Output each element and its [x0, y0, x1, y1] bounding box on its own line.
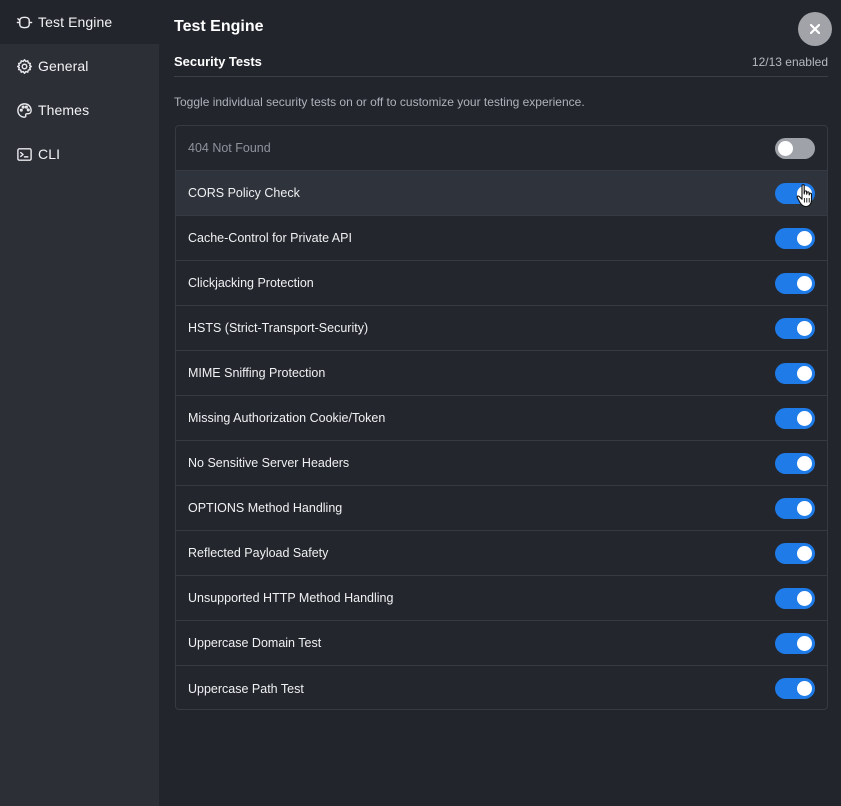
test-toggle[interactable]: [775, 138, 815, 159]
sidebar-item-general[interactable]: General: [0, 44, 159, 88]
toggle-knob: [797, 231, 812, 246]
toggle-knob: [797, 456, 812, 471]
test-row[interactable]: Clickjacking Protection: [176, 261, 827, 306]
test-label: Uppercase Domain Test: [188, 636, 322, 650]
toggle-knob: [797, 321, 812, 336]
test-row[interactable]: 404 Not Found: [176, 126, 827, 171]
test-row[interactable]: CORS Policy Check: [176, 171, 827, 216]
sidebar-item-themes[interactable]: Themes: [0, 88, 159, 132]
toggle-knob: [797, 186, 812, 201]
test-toggle[interactable]: [775, 408, 815, 429]
test-toggle[interactable]: [775, 453, 815, 474]
toggle-knob: [797, 276, 812, 291]
test-row[interactable]: HSTS (Strict-Transport-Security): [176, 306, 827, 351]
test-row[interactable]: Uppercase Domain Test: [176, 621, 827, 666]
test-label: Cache-Control for Private API: [188, 231, 352, 245]
sidebar-item-cli[interactable]: CLI: [0, 132, 159, 176]
toggle-knob: [797, 501, 812, 516]
test-toggle[interactable]: [775, 498, 815, 519]
test-toggle[interactable]: [775, 183, 815, 204]
test-toggle[interactable]: [775, 633, 815, 654]
test-toggle[interactable]: [775, 228, 815, 249]
close-button[interactable]: [798, 12, 832, 46]
test-engine-icon: [15, 13, 33, 31]
toggle-knob: [797, 411, 812, 426]
test-label: Reflected Payload Safety: [188, 546, 329, 560]
test-toggle[interactable]: [775, 273, 815, 294]
gear-icon: [15, 57, 33, 75]
sidebar-item-label: CLI: [38, 146, 61, 162]
toggle-knob: [797, 636, 812, 651]
toggle-knob: [797, 681, 812, 696]
palette-icon: [15, 101, 33, 119]
test-row[interactable]: Cache-Control for Private API: [176, 216, 827, 261]
test-label: 404 Not Found: [188, 141, 271, 155]
test-label: Clickjacking Protection: [188, 276, 314, 290]
test-row[interactable]: Unsupported HTTP Method Handling: [176, 576, 827, 621]
sidebar-item-label: General: [38, 58, 89, 74]
toggle-knob: [778, 141, 793, 156]
test-row[interactable]: No Sensitive Server Headers: [176, 441, 827, 486]
toggle-knob: [797, 546, 812, 561]
sidebar-item-test-engine[interactable]: Test Engine: [0, 0, 159, 44]
main-panel: Test Engine Security Tests 12/13 enabled…: [159, 0, 841, 806]
test-label: Missing Authorization Cookie/Token: [188, 411, 386, 425]
enabled-count: 12/13 enabled: [751, 55, 828, 69]
test-label: OPTIONS Method Handling: [188, 501, 343, 515]
test-label: HSTS (Strict-Transport-Security): [188, 321, 369, 335]
test-row[interactable]: Missing Authorization Cookie/Token: [176, 396, 827, 441]
test-label: MIME Sniffing Protection: [188, 366, 326, 380]
section-description: Toggle individual security tests on or o…: [174, 95, 585, 109]
test-list: 404 Not Found CORS Policy Check Cache-Co…: [175, 125, 828, 710]
test-toggle[interactable]: [775, 318, 815, 339]
settings-window: Test Engine General Themes CLI Test Engi…: [0, 0, 841, 806]
test-row[interactable]: MIME Sniffing Protection: [176, 351, 827, 396]
test-label: Unsupported HTTP Method Handling: [188, 591, 394, 605]
test-row[interactable]: OPTIONS Method Handling: [176, 486, 827, 531]
section-title: Security Tests: [174, 54, 262, 69]
test-row[interactable]: Reflected Payload Safety: [176, 531, 827, 576]
test-toggle[interactable]: [775, 678, 815, 699]
test-row[interactable]: Uppercase Path Test: [176, 666, 827, 709]
sidebar-item-label: Themes: [38, 102, 90, 118]
section-divider: [174, 76, 828, 77]
test-label: No Sensitive Server Headers: [188, 456, 350, 470]
sidebar: Test Engine General Themes CLI: [0, 0, 159, 806]
test-toggle[interactable]: [775, 543, 815, 564]
test-label: CORS Policy Check: [188, 186, 300, 200]
page-title: Test Engine: [174, 18, 264, 35]
close-icon: [810, 24, 820, 34]
terminal-icon: [15, 145, 33, 163]
test-toggle[interactable]: [775, 363, 815, 384]
toggle-knob: [797, 366, 812, 381]
sidebar-item-label: Test Engine: [38, 14, 113, 30]
test-toggle[interactable]: [775, 588, 815, 609]
test-label: Uppercase Path Test: [188, 681, 304, 696]
toggle-knob: [797, 591, 812, 606]
